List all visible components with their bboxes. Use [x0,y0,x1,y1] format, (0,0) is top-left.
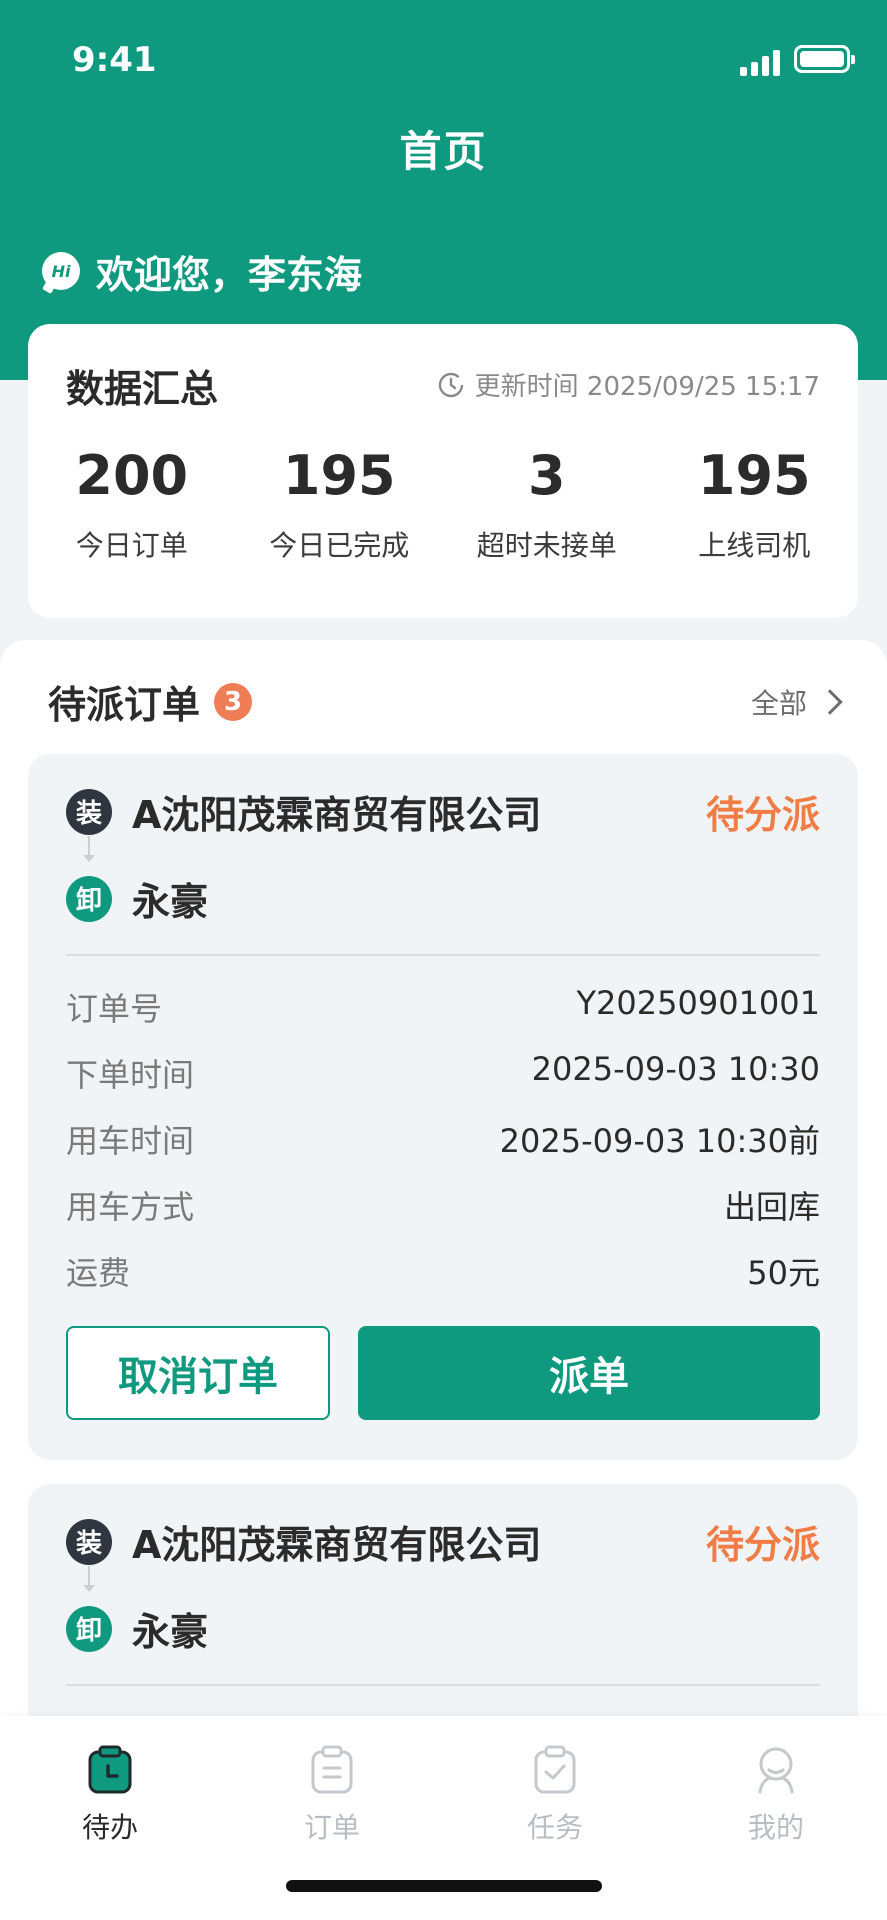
info-use-method: 用车方式 出回库 [66,1182,820,1228]
unload-mark: 卸 [66,1605,112,1652]
clock-icon [438,372,463,397]
view-all-link[interactable]: 全部 [750,682,843,722]
task-clipboard-check-icon [534,1745,576,1794]
unload-location: 永豪 [132,1610,209,1654]
order-status: 待分派 [705,1523,820,1567]
stat-label: 今日已完成 [269,529,410,562]
tab-profile[interactable]: 我的 [706,1744,846,1846]
profile-user-icon [758,1747,794,1794]
divider [66,1684,820,1686]
info-value: 2025-09-03 10:30 [531,1050,820,1088]
info-freight: 运费 50元 [66,1248,820,1294]
section-title: 待派订单 3 [48,674,253,729]
status-time: 9:41 [72,40,157,80]
load-mark: 装 [66,1518,112,1565]
info-label: 下单时间 [66,1056,195,1094]
route-arrow-icon [83,836,95,862]
info-order-no: 订单号 Y20250901001 [66,984,820,1030]
info-label: 运费 [66,1254,131,1292]
load-row: 装 A沈阳茂霖商贸有限公司 [66,784,541,839]
update-time: 更新时间 2025/09/25 15:17 [437,366,820,403]
unload-row: 卸 永豪 [66,871,208,926]
battery-icon [794,45,855,73]
home-screen: 9:41 首页 Hi 欢迎您，李东海 数据汇总 更新时间 2025/09/25 … [0,0,887,1920]
data-summary-card: 数据汇总 更新时间 2025/09/25 15:17 200 今日订单 195 … [28,324,858,618]
home-indicator [286,1880,602,1892]
tab-label: 我的 [747,1811,804,1844]
chevron-right-icon [817,689,843,715]
stat-value: 195 [697,444,811,507]
load-location: A沈阳茂霖商贸有限公司 [132,1523,542,1567]
count-badge: 3 [214,682,253,721]
tab-label: 待办 [81,1811,138,1844]
unload-mark: 卸 [66,875,112,922]
stats-row: 200 今日订单 195 今日已完成 3 超时未接单 195 上线司机 [28,444,858,564]
order-card[interactable]: 装 A沈阳茂霖商贸有限公司 待分派 卸 永豪 订单号 Y20250901001 … [28,754,858,1460]
order-status: 待分派 [705,793,820,837]
order-clipboard-icon [311,1745,353,1794]
welcome-text: 欢迎您，李东海 [96,252,363,297]
stat-today-completed[interactable]: 195 今日已完成 [236,444,444,564]
stat-timeout-unaccepted[interactable]: 3 超时未接单 [443,444,651,564]
stat-online-drivers[interactable]: 195 上线司机 [651,444,859,564]
cancel-order-button[interactable]: 取消订单 [66,1326,330,1420]
info-use-time: 用车时间 2025-09-03 10:30前 [66,1116,820,1162]
info-value: 出回库 [723,1188,820,1226]
load-row: 装 A沈阳茂霖商贸有限公司 [66,1514,541,1569]
dispatch-button[interactable]: 派单 [358,1326,820,1420]
tab-tasks[interactable]: 任务 [485,1744,625,1846]
stat-value: 195 [282,444,396,507]
unload-location: 永豪 [132,880,209,924]
summary-title: 数据汇总 [66,367,219,411]
stat-label: 上线司机 [698,529,811,562]
stat-value: 200 [75,444,189,507]
page-title: 首页 [399,127,488,176]
info-label: 用车方式 [66,1188,195,1226]
hi-icon: Hi [42,252,80,290]
status-bar: 9:41 [0,36,887,86]
info-label: 订单号 [66,990,163,1028]
load-mark: 装 [66,788,112,835]
tab-label: 订单 [303,1811,360,1844]
update-time-text: 更新时间 2025/09/25 15:17 [474,372,820,402]
stat-value: 3 [527,444,566,507]
unload-row: 卸 永豪 [66,1601,208,1656]
divider [66,954,820,956]
tab-todo[interactable]: 待办 [40,1744,180,1846]
tab-bar: 待办 订单 任务 我的 [0,1716,887,1920]
stat-label: 超时未接单 [476,529,617,562]
todo-clipboard-clock-icon [88,1745,132,1794]
tab-orders[interactable]: 订单 [262,1744,402,1846]
stat-today-orders[interactable]: 200 今日订单 [28,444,236,564]
header: 9:41 首页 Hi 欢迎您，李东海 [0,0,887,380]
info-value: Y20250901001 [576,984,821,1022]
signal-icon [740,48,784,76]
info-order-time: 下单时间 2025-09-03 10:30 [66,1050,820,1096]
route-arrow-icon [83,1566,95,1592]
section-title-text: 待派订单 [48,683,201,727]
stat-label: 今日订单 [75,529,188,562]
info-value: 50元 [747,1254,820,1292]
tab-label: 任务 [526,1811,583,1844]
info-label: 用车时间 [66,1122,195,1160]
welcome-message: Hi 欢迎您，李东海 [42,246,363,297]
load-location: A沈阳茂霖商贸有限公司 [132,793,542,837]
info-value: 2025-09-03 10:30前 [499,1122,820,1160]
view-all-label: 全部 [750,687,807,720]
